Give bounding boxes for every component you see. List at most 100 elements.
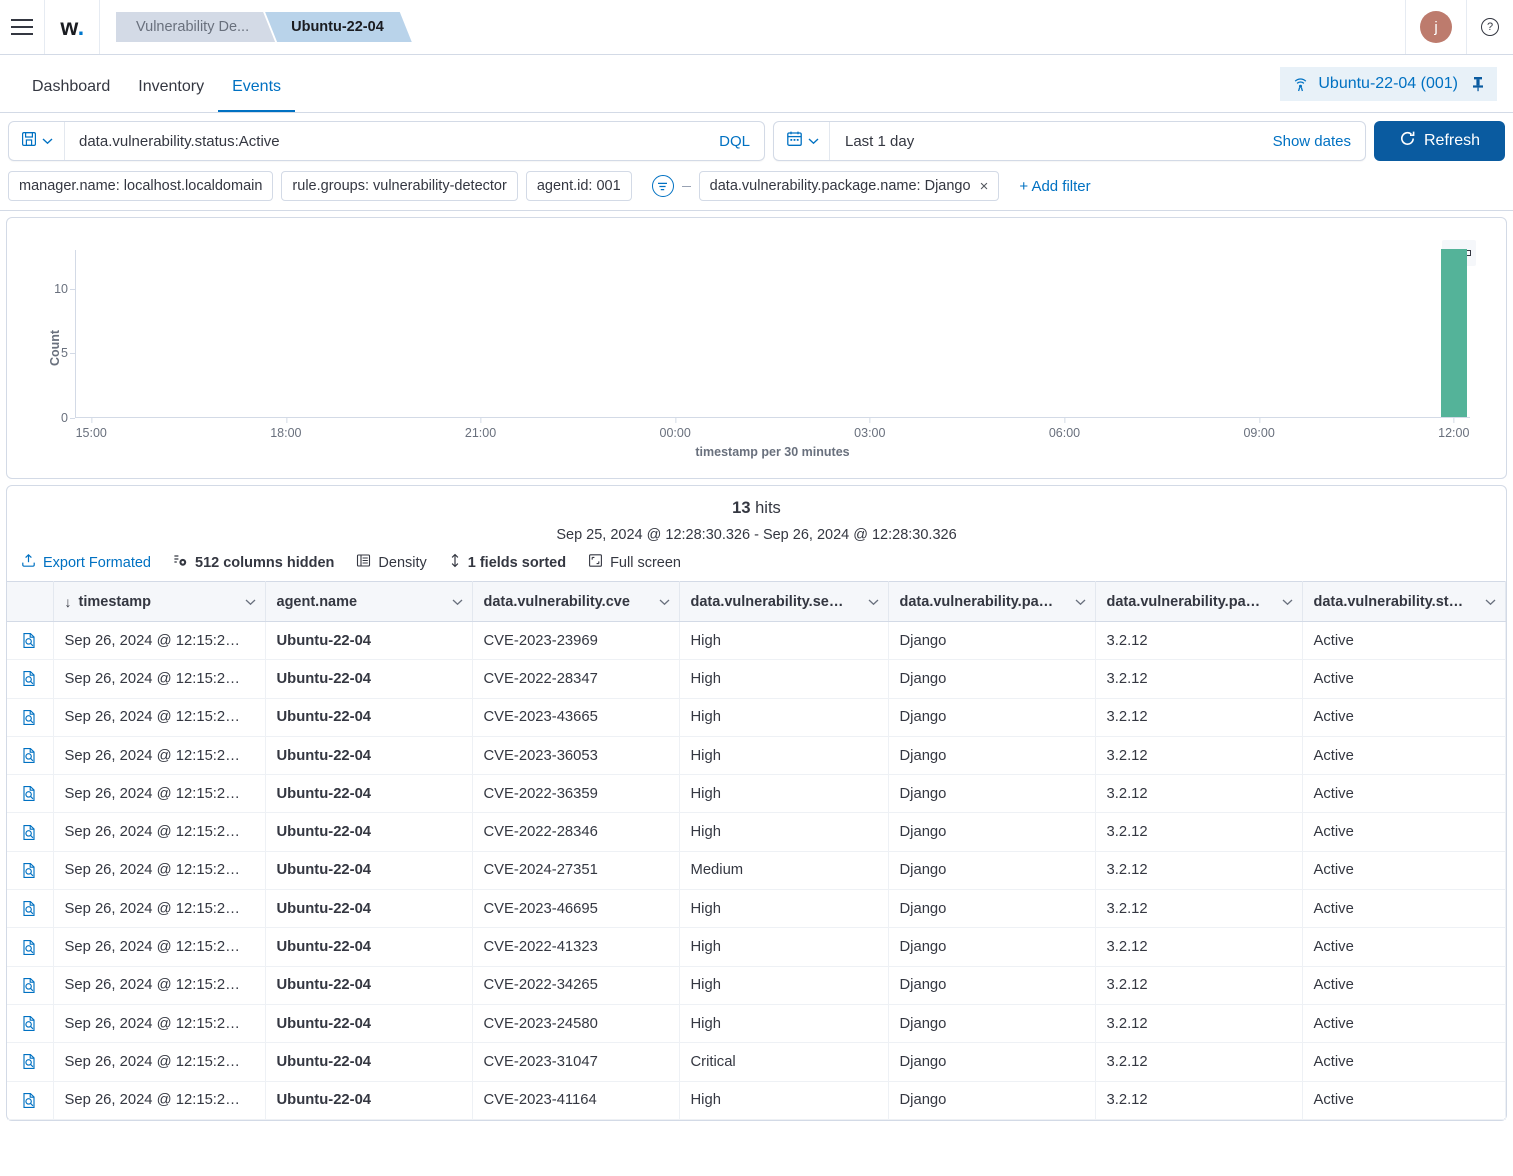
cell-agent-name[interactable]: Ubuntu-22-04 xyxy=(265,736,473,776)
search-input[interactable]: data.vulnerability.status:Active xyxy=(65,133,705,150)
expand-row-cell[interactable] xyxy=(7,812,54,852)
expand-row-cell[interactable] xyxy=(7,889,54,929)
table-row[interactable]: Sep 26, 2024 @ 12:15:2… Ubuntu-22-04 CVE-2… xyxy=(7,1081,1506,1120)
column-header-agent-name[interactable]: agent.name xyxy=(265,581,473,622)
chevron-down-icon[interactable] xyxy=(446,594,463,610)
cell-agent-name[interactable]: Ubuntu-22-04 xyxy=(265,621,473,661)
table-row[interactable]: Sep 26, 2024 @ 12:15:2… Ubuntu-22-04 CVE-2… xyxy=(7,774,1506,814)
avatar[interactable]: j xyxy=(1420,11,1452,43)
expand-row-cell[interactable] xyxy=(7,1081,54,1120)
column-header-package-version[interactable]: data.vulnerability.pa… xyxy=(1095,581,1303,622)
inspect-document-icon[interactable] xyxy=(21,1015,38,1032)
chevron-down-icon[interactable] xyxy=(862,594,879,610)
chevron-down-icon[interactable] xyxy=(239,594,256,610)
cell-agent-name[interactable]: Ubuntu-22-04 xyxy=(265,698,473,737)
expand-row-cell[interactable] xyxy=(7,736,54,776)
inspect-document-icon[interactable] xyxy=(21,632,38,649)
cell-agent-name[interactable]: Ubuntu-22-04 xyxy=(265,659,473,699)
chevron-down-icon[interactable] xyxy=(1276,594,1293,610)
expand-row-cell[interactable] xyxy=(7,966,54,1005)
cell-agent-name[interactable]: Ubuntu-22-04 xyxy=(265,889,473,929)
tab-dashboard[interactable]: Dashboard xyxy=(18,78,124,112)
density-button[interactable]: Density xyxy=(356,553,427,572)
table-row[interactable]: Sep 26, 2024 @ 12:15:2… Ubuntu-22-04 CVE-2… xyxy=(7,698,1506,737)
column-header-label: data.vulnerability.se… xyxy=(690,593,844,610)
table-row[interactable]: Sep 26, 2024 @ 12:15:2… Ubuntu-22-04 CVE-2… xyxy=(7,851,1506,891)
column-header-cve[interactable]: data.vulnerability.cve xyxy=(472,581,680,622)
column-header-severity[interactable]: data.vulnerability.se… xyxy=(679,581,889,622)
refresh-button[interactable]: Refresh xyxy=(1374,121,1505,161)
table-row[interactable]: Sep 26, 2024 @ 12:15:2… Ubuntu-22-04 CVE-2… xyxy=(7,1004,1506,1044)
cell-agent-name[interactable]: Ubuntu-22-04 xyxy=(265,927,473,967)
chevron-down-icon[interactable] xyxy=(1479,594,1496,610)
expand-row-cell[interactable] xyxy=(7,851,54,891)
breadcrumb-item-vulnerability-detection[interactable]: Vulnerability De... xyxy=(116,12,275,42)
inspect-document-icon[interactable] xyxy=(21,709,38,726)
export-formatted-button[interactable]: Export Formated xyxy=(21,553,151,572)
expand-row-cell[interactable] xyxy=(7,1004,54,1044)
hamburger-menu-icon[interactable] xyxy=(0,0,44,54)
add-filter-button[interactable]: + Add filter xyxy=(1019,178,1090,195)
expand-row-cell[interactable] xyxy=(7,621,54,661)
chevron-down-icon[interactable] xyxy=(653,594,670,610)
filter-pill-package-name[interactable]: data.vulnerability.package.name: Django … xyxy=(698,171,1000,201)
date-range-value[interactable]: Last 1 day xyxy=(830,133,1259,150)
pin-icon[interactable] xyxy=(1471,76,1485,92)
cell-agent-name[interactable]: Ubuntu-22-04 xyxy=(265,851,473,891)
filter-pill-manager-name[interactable]: manager.name: localhost.localdomain xyxy=(8,171,274,201)
full-screen-button[interactable]: Full screen xyxy=(588,553,681,572)
app-logo[interactable]: w. xyxy=(45,0,99,54)
tab-inventory[interactable]: Inventory xyxy=(124,78,218,112)
cell-agent-name[interactable]: Ubuntu-22-04 xyxy=(265,774,473,814)
filter-pill-agent-id[interactable]: agent.id: 001 xyxy=(525,171,632,201)
table-row[interactable]: Sep 26, 2024 @ 12:15:2… Ubuntu-22-04 CVE-2… xyxy=(7,621,1506,661)
cell-agent-name[interactable]: Ubuntu-22-04 xyxy=(265,1004,473,1044)
inspect-document-icon[interactable] xyxy=(21,785,38,802)
close-icon[interactable]: × xyxy=(980,178,989,195)
show-dates-button[interactable]: Show dates xyxy=(1259,133,1365,150)
table-row[interactable]: Sep 26, 2024 @ 12:15:2… Ubuntu-22-04 CVE-2… xyxy=(7,812,1506,852)
inspect-document-icon[interactable] xyxy=(21,747,38,764)
chart-bar[interactable] xyxy=(1440,249,1467,417)
inspect-document-icon[interactable] xyxy=(21,977,38,994)
expand-row-cell[interactable] xyxy=(7,927,54,967)
inspect-document-icon[interactable] xyxy=(21,939,38,956)
help-button[interactable]: ? xyxy=(1467,0,1513,54)
cell-agent-name[interactable]: Ubuntu-22-04 xyxy=(265,812,473,852)
cell-status: Active xyxy=(1302,1042,1506,1082)
filter-group-icon[interactable] xyxy=(651,175,674,197)
inspect-document-icon[interactable] xyxy=(21,1053,38,1070)
cell-agent-name[interactable]: Ubuntu-22-04 xyxy=(265,966,473,1005)
query-language-button[interactable]: DQL xyxy=(705,133,764,150)
expand-row-cell[interactable] xyxy=(7,1042,54,1082)
column-header-timestamp[interactable]: ↓ timestamp xyxy=(53,581,266,622)
table-row[interactable]: Sep 26, 2024 @ 12:15:2… Ubuntu-22-04 CVE-2… xyxy=(7,927,1506,967)
inspect-document-icon[interactable] xyxy=(21,862,38,879)
table-row[interactable]: Sep 26, 2024 @ 12:15:2… Ubuntu-22-04 CVE-2… xyxy=(7,889,1506,929)
table-row[interactable]: Sep 26, 2024 @ 12:15:2… Ubuntu-22-04 CVE-2… xyxy=(7,736,1506,776)
chevron-down-icon[interactable] xyxy=(1069,594,1086,610)
calendar-quick-select-button[interactable] xyxy=(774,122,830,160)
fields-sorted-button[interactable]: 1 fields sorted xyxy=(449,553,566,572)
inspect-document-icon[interactable] xyxy=(21,900,38,917)
inspect-document-icon[interactable] xyxy=(21,670,38,687)
expand-row-cell[interactable] xyxy=(7,774,54,814)
saved-query-button[interactable] xyxy=(9,122,65,160)
filter-pill-rule-groups[interactable]: rule.groups: vulnerability-detector xyxy=(281,171,518,201)
table-row[interactable]: Sep 26, 2024 @ 12:15:2… Ubuntu-22-04 CVE-2… xyxy=(7,966,1506,1005)
cell-agent-name[interactable]: Ubuntu-22-04 xyxy=(265,1081,473,1120)
inspect-document-icon[interactable] xyxy=(21,1092,38,1109)
column-header-status[interactable]: data.vulnerability.st… xyxy=(1302,581,1506,622)
inspect-document-icon[interactable] xyxy=(21,824,38,841)
table-row[interactable]: Sep 26, 2024 @ 12:15:2… Ubuntu-22-04 CVE-2… xyxy=(7,659,1506,699)
cell-agent-name[interactable]: Ubuntu-22-04 xyxy=(265,1042,473,1082)
cell-severity: High xyxy=(679,927,889,967)
expand-row-cell[interactable] xyxy=(7,698,54,737)
table-row[interactable]: Sep 26, 2024 @ 12:15:2… Ubuntu-22-04 CVE-2… xyxy=(7,1042,1506,1082)
expand-row-cell[interactable] xyxy=(7,659,54,699)
column-header-package-name[interactable]: data.vulnerability.pa… xyxy=(888,581,1096,622)
tab-events[interactable]: Events xyxy=(218,78,295,112)
agent-selector-pill[interactable]: Ubuntu-22-04 (001) xyxy=(1280,67,1497,101)
columns-hidden-button[interactable]: 512 columns hidden xyxy=(173,553,334,572)
breadcrumb-item-ubuntu-22-04[interactable]: Ubuntu-22-04 xyxy=(265,12,412,42)
